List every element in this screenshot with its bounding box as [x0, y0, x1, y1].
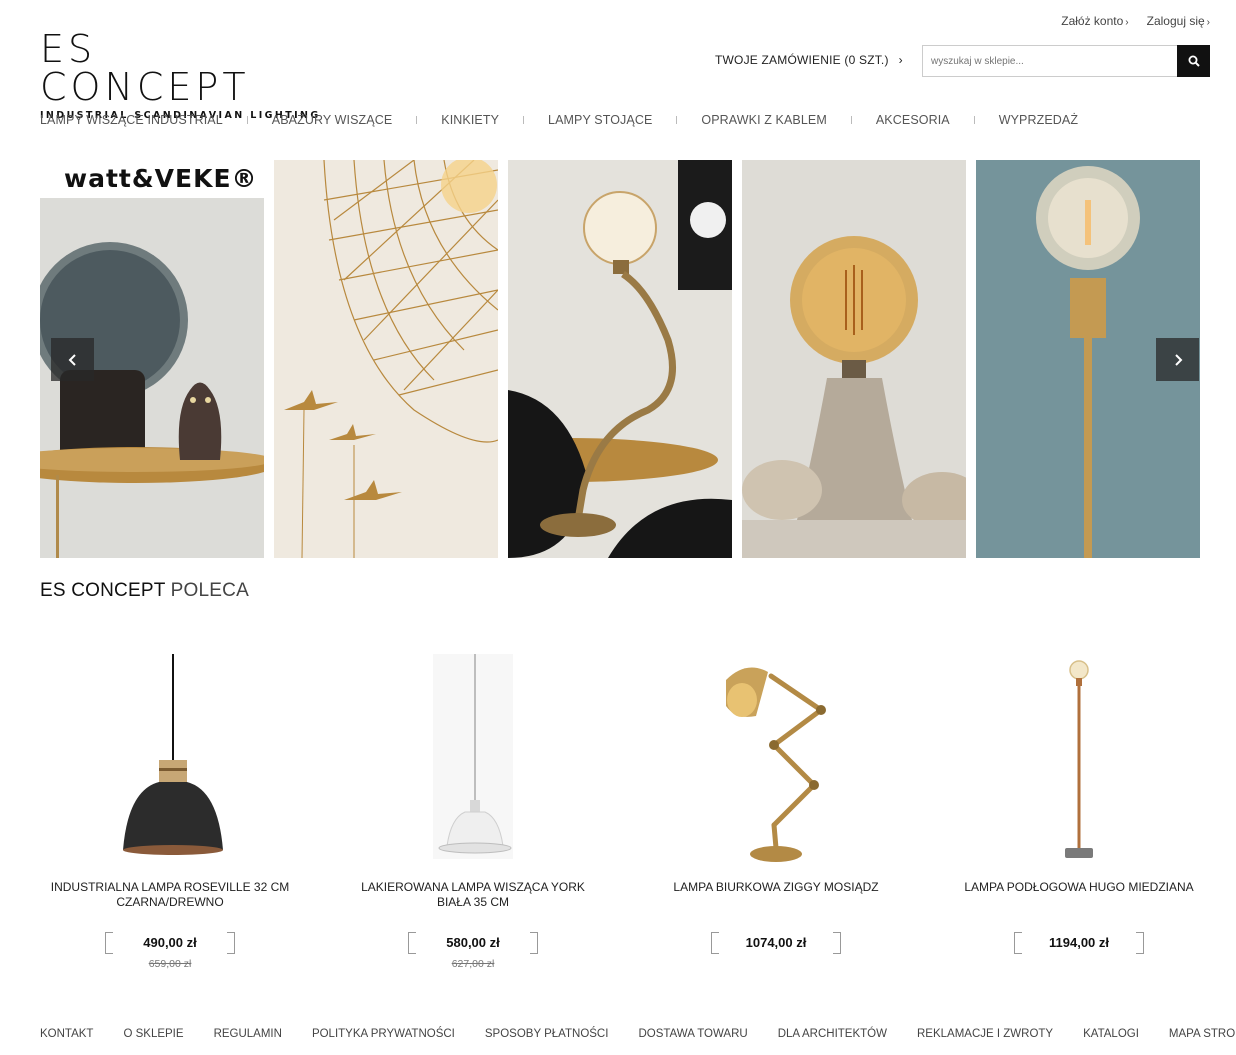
price-bracket-left: [1014, 932, 1022, 954]
footer-link-kontakt[interactable]: KONTAKT: [40, 1028, 93, 1040]
product-price: 490,00 zł: [143, 935, 197, 950]
product-card[interactable]: LAKIEROWANA LAMPA WISZĄCA YORK BIAŁA 35 …: [343, 650, 603, 970]
nav-divider: [973, 116, 975, 124]
product-old-price: 627,00 zł: [451, 958, 495, 970]
price-box: 490,00 zł: [105, 932, 235, 954]
chevron-right-icon: ›: [898, 53, 903, 67]
price-bracket-left: [408, 932, 416, 954]
account-links: Załóż konto › Zaloguj się ›: [1061, 14, 1210, 28]
register-link[interactable]: Załóż konto ›: [1061, 14, 1128, 28]
price-bracket-right: [833, 932, 841, 954]
nav-item-abazury[interactable]: ABAŻURY WISZĄCE: [272, 113, 393, 127]
footer-link-katalogi[interactable]: KATALOGI: [1083, 1028, 1139, 1040]
product-name[interactable]: LAMPA PODŁOGOWA HUGO MIEDZIANA: [949, 880, 1209, 912]
slide-image-ceramic-lamp[interactable]: [742, 160, 966, 558]
price-bracket-right: [530, 932, 538, 954]
chevron-left-icon: [68, 353, 76, 366]
slide-image-gooseneck-lamp[interactable]: [508, 160, 732, 558]
section-title-light: POLECA: [170, 580, 249, 601]
product-name[interactable]: LAKIEROWANA LAMPA WISZĄCA YORK BIAŁA 35 …: [343, 880, 603, 912]
main-nav: LAMPY WISZĄCE INDUSTRIAL ABAŻURY WISZĄCE…: [40, 113, 1078, 127]
nav-divider: [850, 116, 852, 124]
product-image-hugo[interactable]: [949, 650, 1209, 866]
nav-item-kinkiety[interactable]: KINKIETY: [441, 113, 499, 127]
price-bracket-right: [1136, 932, 1144, 954]
nav-item-lampy-wiszace[interactable]: LAMPY WISZĄCE INDUSTRIAL: [40, 113, 223, 127]
footer-link-dostawa[interactable]: DOSTAWA TOWARU: [638, 1028, 747, 1040]
price-bracket-left: [711, 932, 719, 954]
price-bracket-right: [227, 932, 235, 954]
nav-divider: [246, 116, 248, 124]
footer-link-platnosci[interactable]: SPOSOBY PŁATNOŚCI: [485, 1028, 609, 1040]
cart-summary-label: TWOJE ZAMÓWIENIE (0 SZT.): [715, 53, 889, 67]
slide-image-wire-lamp[interactable]: [274, 160, 498, 558]
price-box: 580,00 zł: [408, 932, 538, 954]
product-card[interactable]: LAMPA BIURKOWA ZIGGY MOSIĄDZ 1074,00 zł: [646, 650, 906, 958]
footer-link-o-sklepie[interactable]: O SKLEPIE: [123, 1028, 183, 1040]
chevron-right-icon: [1174, 353, 1182, 366]
nav-item-wyprzedaz[interactable]: WYPRZEDAŻ: [999, 113, 1078, 127]
product-card[interactable]: LAMPA PODŁOGOWA HUGO MIEDZIANA 1194,00 z…: [949, 650, 1209, 958]
footer-link-regulamin[interactable]: REGULAMIN: [214, 1028, 282, 1040]
product-card[interactable]: INDUSTRIALNA LAMPA ROSEVILLE 32 CM CZARN…: [40, 650, 300, 970]
search-input[interactable]: [922, 45, 1177, 77]
product-price: 1194,00 zł: [1049, 935, 1109, 950]
price-box: 1074,00 zł: [711, 932, 841, 954]
product-image-roseville[interactable]: [40, 650, 300, 866]
login-label: Zaloguj się: [1146, 14, 1205, 28]
product-old-price: 659,00 zł: [148, 958, 192, 970]
product-name[interactable]: LAMPA BIURKOWA ZIGGY MOSIĄDZ: [646, 880, 906, 912]
product-image-ziggy[interactable]: [646, 650, 906, 866]
register-label: Załóż konto: [1061, 14, 1124, 28]
product-image-york[interactable]: [343, 650, 603, 866]
nav-divider: [416, 116, 418, 124]
product-price: 1074,00 zł: [745, 935, 807, 950]
nav-divider: [676, 116, 678, 124]
footer-link-polityka[interactable]: POLITYKA PRYWATNOŚCI: [312, 1028, 455, 1040]
footer-nav: KONTAKT O SKLEPIE REGULAMIN POLITYKA PRY…: [40, 1028, 1236, 1040]
brand-logo-watt-veke: watt&VEKE®: [64, 164, 258, 193]
nav-item-lampy-stojace[interactable]: LAMPY STOJĄCE: [548, 113, 652, 127]
footer-link-mapa[interactable]: MAPA STRONY: [1169, 1028, 1236, 1040]
product-name[interactable]: INDUSTRIALNA LAMPA ROSEVILLE 32 CM CZARN…: [40, 880, 300, 912]
price-bracket-left: [105, 932, 113, 954]
section-title-bold: ES CONCEPT: [40, 580, 166, 601]
site-logo[interactable]: ES CONCEPT INDUSTRIAL SCANDINAVIAN LIGHT…: [40, 27, 318, 121]
nav-divider: [523, 116, 525, 124]
footer-link-architekci[interactable]: DLA ARCHITEKTÓW: [778, 1028, 887, 1040]
logo-wordmark: ES CONCEPT: [40, 27, 250, 109]
search-button[interactable]: [1177, 45, 1210, 77]
cart-summary-link[interactable]: TWOJE ZAMÓWIENIE (0 SZT.) ›: [715, 53, 903, 67]
price-box: 1194,00 zł: [1014, 932, 1144, 954]
slider-next-button[interactable]: [1156, 338, 1199, 381]
hero-slider: watt&VEKE®: [40, 160, 1200, 558]
slider-prev-button[interactable]: [51, 338, 94, 381]
chevron-right-icon: ›: [1125, 17, 1129, 28]
nav-item-akcesoria[interactable]: AKCESORIA: [876, 113, 950, 127]
nav-item-oprawki[interactable]: OPRAWKI Z KABLEM: [701, 113, 826, 127]
search-bar: [922, 45, 1210, 77]
footer-link-reklamacje[interactable]: REKLAMACJE I ZWROTY: [917, 1028, 1053, 1040]
search-icon: [1188, 55, 1200, 67]
product-price: 580,00 zł: [446, 935, 500, 950]
section-title-poleca: ES CONCEPT POLECA: [40, 580, 249, 602]
chevron-right-icon: ›: [1206, 17, 1210, 28]
login-link[interactable]: Zaloguj się ›: [1147, 14, 1210, 28]
